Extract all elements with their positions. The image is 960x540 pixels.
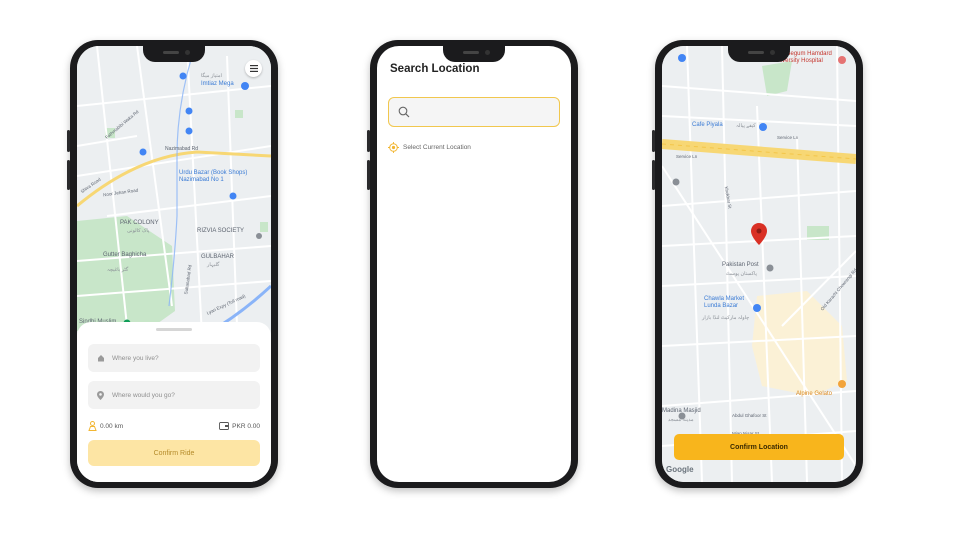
map-label-service-1: Service Ln — [777, 135, 799, 140]
map-label-rizvia: RIZVIA SOCIETY — [197, 228, 245, 234]
phone-confirm-location: Nazmat Begum Hamdard University Hospital… — [652, 40, 863, 488]
map-label-urdu-bazar: Urdu Bazar (Book Shops) Nazimabad No 1 — [179, 170, 248, 183]
hamburger-icon — [249, 65, 258, 72]
map-label-gutter: Gutter Baghicha — [103, 252, 147, 258]
booking-sheet: Where you live? Where would you go? 0.00… — [77, 322, 271, 482]
fare-info: PKR 0.00 — [219, 421, 260, 431]
map-label-pakistan-post: Pakistan Post — [722, 262, 759, 268]
map-label-madina: Madina Masjid — [662, 408, 701, 414]
map-label-cafe: Cafe Piyala — [692, 122, 723, 128]
location-search-input[interactable] — [388, 97, 560, 127]
map-label-nazimabad: Nazimabad Rd — [165, 146, 199, 152]
phone-search-location: Search Location Select Current Location — [367, 40, 578, 488]
distance-value: 0.00 km — [100, 422, 124, 430]
page-title: Search Location — [390, 63, 480, 75]
confirm-ride-button[interactable]: Confirm Ride — [88, 440, 260, 466]
location-map[interactable]: Nazmat Begum Hamdard University Hospital… — [662, 46, 856, 482]
current-location-icon — [388, 142, 399, 153]
map-label-imtiaz: Imtiaz Mega — [201, 81, 234, 87]
map-label-chawla-urdu: چاولہ مارکیٹ لنڈا بازار — [702, 315, 750, 321]
phone-ride-booking: Imtiaz Mega امتیاز میگا Fathmabibi Waka … — [67, 40, 278, 488]
menu-button[interactable] — [245, 60, 262, 77]
map-label-imtiaz-urdu: امتیاز میگا — [201, 73, 222, 79]
current-location-label: Select Current Location — [403, 144, 471, 151]
distance-info: 0.00 km — [88, 421, 123, 431]
person-icon — [88, 421, 97, 431]
map-label-pak-colony-urdu: پاک کالونی — [127, 228, 150, 234]
google-logo: Google — [666, 465, 694, 474]
confirm-location-button[interactable]: Confirm Location — [674, 434, 844, 460]
destination-placeholder: Where would you go? — [112, 391, 175, 399]
home-icon — [96, 354, 105, 363]
map-label-gulbahar-urdu: گلبہار — [207, 262, 220, 268]
ride-booking-screen: Imtiaz Mega امتیاز میگا Fathmabibi Waka … — [77, 46, 271, 482]
pickup-field[interactable]: Where you live? — [88, 344, 260, 372]
map-label-abdul: Abdul Ghafoor St — [732, 413, 767, 418]
map-label-service-2: Service Ln — [676, 154, 698, 159]
sheet-handle[interactable] — [156, 328, 192, 331]
fare-value: PKR 0.00 — [232, 422, 260, 430]
search-icon — [398, 106, 410, 118]
map-label-gulbahar: GULBAHAR — [201, 254, 235, 260]
map-label-alpine: Alpine Gelato — [796, 391, 833, 397]
search-location-screen: Search Location Select Current Location — [377, 46, 571, 482]
map-label-pakistan-post-urdu: پاکستان پوسٹ — [726, 271, 757, 277]
select-current-location[interactable]: Select Current Location — [388, 142, 471, 153]
map-label-madina-urdu: مدینہ مسجد — [668, 417, 694, 423]
map-label-gutter-urdu: گٹر باغیچہ — [107, 267, 129, 273]
destination-field[interactable]: Where would you go? — [88, 381, 260, 409]
map-label-chawla: Chawla Market Lunda Bazar — [704, 296, 745, 309]
map-label-pak-colony: PAK COLONY — [120, 220, 159, 226]
wallet-icon — [219, 422, 230, 430]
confirm-location-screen: Nazmat Begum Hamdard University Hospital… — [662, 46, 856, 482]
map-label-cafe-urdu: کیفے پیالہ — [736, 123, 756, 129]
location-pin-icon — [96, 390, 105, 400]
pickup-placeholder: Where you live? — [112, 354, 159, 362]
